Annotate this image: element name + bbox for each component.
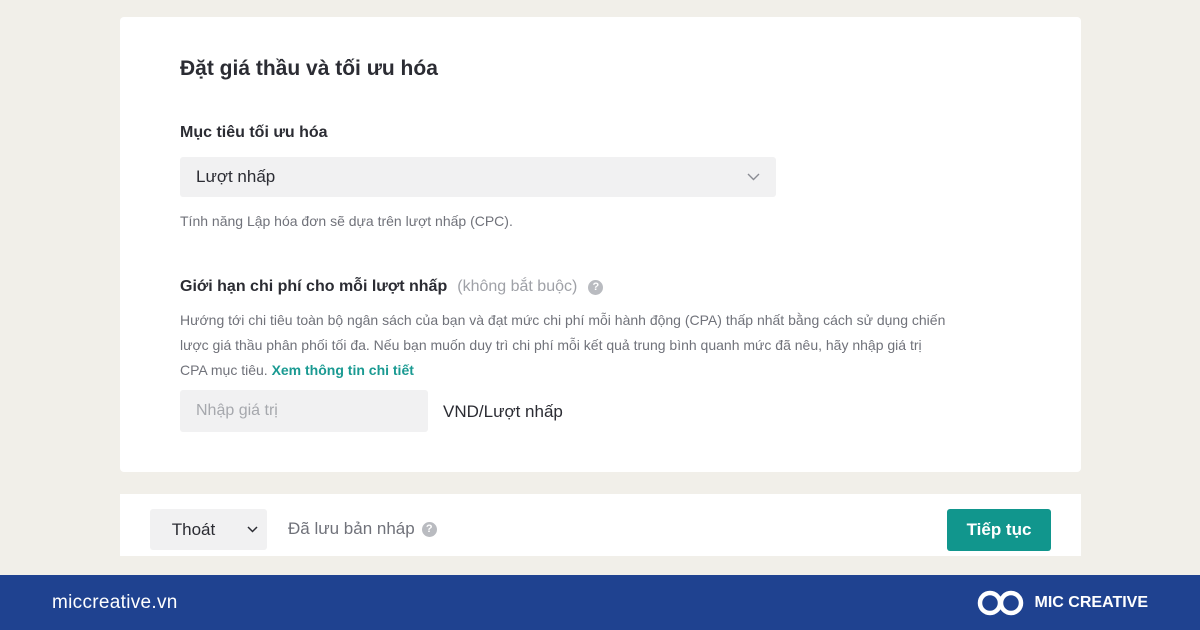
exit-dropdown-toggle[interactable] — [237, 509, 267, 550]
brand-url: miccreative.vn — [52, 591, 178, 613]
cost-cap-label: Giới hạn chi phí cho mỗi lượt nhấp — [180, 278, 448, 295]
footer-bar: Thoát Đã lưu bản nháp ? Tiếp tục — [120, 494, 1081, 556]
brand-bar: miccreative.vn MIC CREATIVE — [0, 575, 1200, 630]
description-line-2: lược giá thầu phân phối tối đa. Nếu bạn … — [180, 337, 922, 353]
cost-cap-input[interactable] — [180, 390, 428, 432]
draft-saved-label: Đã lưu bản nháp — [288, 519, 415, 538]
learn-more-link[interactable]: Xem thông tin chi tiết — [272, 362, 414, 378]
description-line-1: Hướng tới chi tiêu toàn bộ ngân sách của… — [180, 312, 946, 328]
optimization-goal-value: Lượt nhấp — [196, 167, 276, 186]
continue-button[interactable]: Tiếp tục — [947, 509, 1051, 551]
chevron-down-icon — [246, 526, 258, 533]
optional-tag: (không bắt buộc) — [457, 278, 578, 295]
exit-button-group: Thoát — [150, 509, 267, 550]
brand-logo: MIC CREATIVE — [977, 588, 1148, 618]
billing-hint: Tính năng Lập hóa đơn sẽ dựa trên lượt n… — [180, 213, 513, 229]
exit-button[interactable]: Thoát — [150, 509, 237, 550]
chevron-down-icon — [746, 170, 760, 184]
brand-name: MIC CREATIVE — [1034, 593, 1148, 611]
question-circle-icon[interactable]: ? — [421, 521, 437, 537]
infinity-logo-icon — [977, 590, 1023, 615]
optimization-goal-label: Mục tiêu tối ưu hóa — [180, 124, 328, 141]
cost-cap-description: Hướng tới chi tiêu toàn bộ ngân sách của… — [180, 308, 1030, 383]
cost-cap-label-row: Giới hạn chi phí cho mỗi lượt nhấp (khôn… — [180, 278, 604, 296]
unit-label: VND/Lượt nhấp — [443, 402, 563, 421]
optimization-goal-select[interactable]: Lượt nhấp — [180, 157, 776, 197]
draft-saved-status: Đã lưu bản nháp ? — [288, 519, 437, 539]
bidding-card: Đặt giá thầu và tối ưu hóa Mục tiêu tối … — [120, 17, 1081, 472]
question-circle-icon[interactable]: ? — [588, 279, 604, 295]
section-title: Đặt giá thầu và tối ưu hóa — [180, 57, 438, 80]
description-line-3: CPA mục tiêu. — [180, 362, 268, 378]
